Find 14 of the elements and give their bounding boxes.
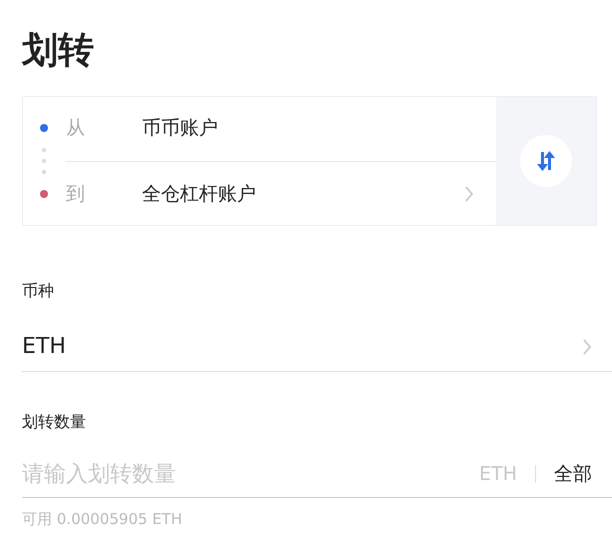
currency-label: 币种 xyxy=(22,281,54,302)
account-name: 全仓杠杆账户 xyxy=(142,182,257,207)
chevron-right-icon xyxy=(582,338,592,356)
account-name: 币币账户 xyxy=(142,116,219,141)
amount-label: 划转数量 xyxy=(22,412,86,433)
direction-label: 从 xyxy=(66,116,86,141)
account-row[interactable]: 从 币币账户 xyxy=(23,97,496,159)
direction-label: 到 xyxy=(66,182,86,207)
all-button[interactable]: 全部 xyxy=(554,461,592,487)
currency-select[interactable]: ETH xyxy=(22,330,612,372)
dotted-connector-icon xyxy=(41,146,47,176)
page-title: 划转 xyxy=(22,29,94,73)
account-row[interactable]: 到 全仓杠杆账户 xyxy=(23,163,496,225)
available-balance: 可用 0.00005905 ETH xyxy=(22,510,182,529)
